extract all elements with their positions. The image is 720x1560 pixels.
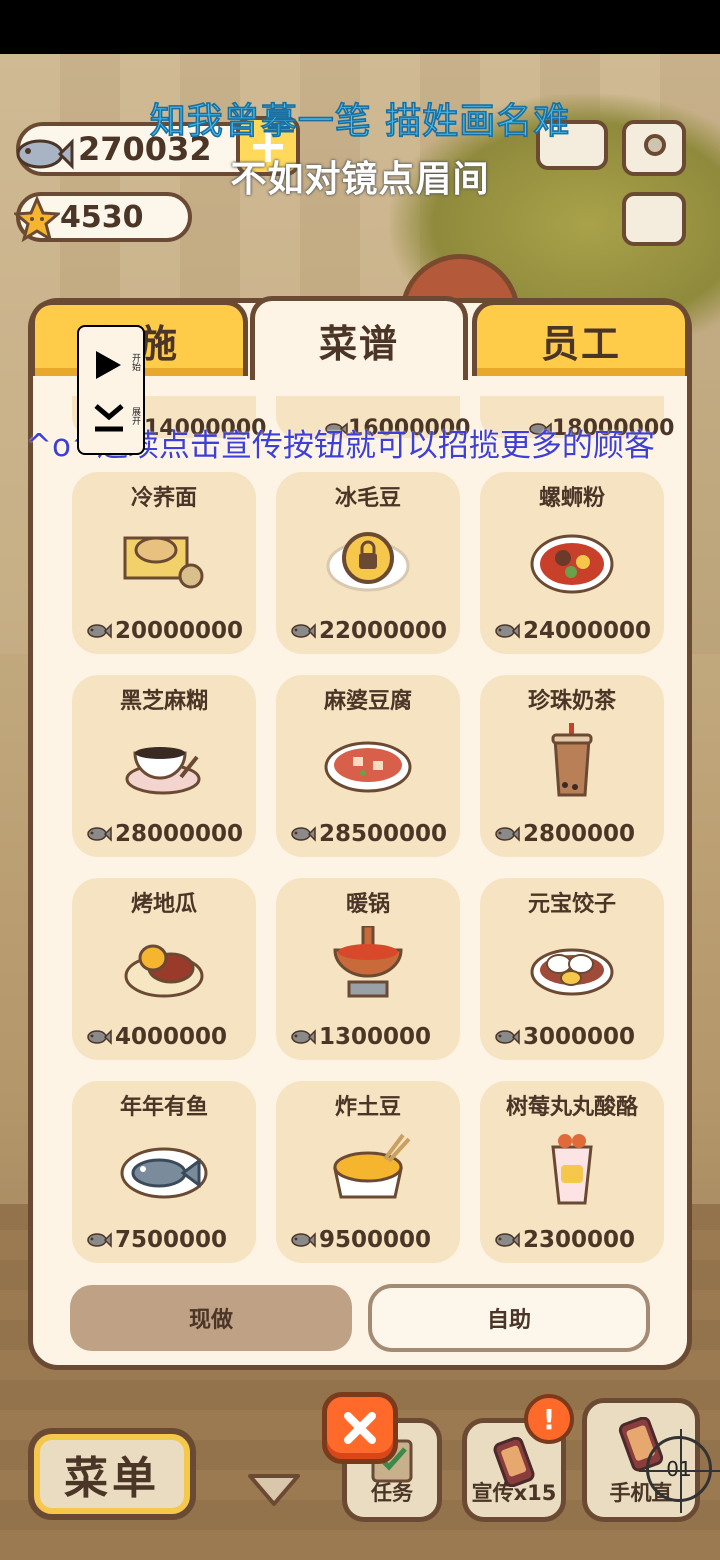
expand-icon[interactable] [93, 403, 125, 437]
recipe-price-row: 28500000 [290, 821, 447, 847]
status-bar [0, 0, 720, 54]
raspberry-yogurt-icon [527, 1129, 617, 1205]
crosshair-label: 01 [666, 1457, 692, 1481]
fish-icon [495, 826, 520, 842]
recipe-card[interactable]: 螺蛳粉 24000000 [480, 472, 664, 654]
recipe-name: 暖锅 [345, 892, 390, 917]
recipe-price-row: 24000000 [494, 618, 651, 644]
fish-icon [495, 1232, 520, 1248]
bubble-tea-icon [527, 723, 617, 799]
fish-icon [87, 1232, 112, 1248]
recipe-name: 珍珠奶茶 [527, 689, 616, 714]
recipe-price: 2800000 [523, 821, 636, 847]
phone-icon [493, 1437, 535, 1487]
recipe-card[interactable]: 烤地瓜 4000000 [72, 878, 256, 1060]
star-icon [14, 196, 60, 242]
fish-icon [495, 1029, 520, 1045]
recipe-price-row: 20000000 [86, 618, 243, 644]
tab-staff[interactable]: 员工 [472, 300, 690, 376]
locked-padlock-icon [323, 520, 413, 596]
close-icon [344, 1412, 376, 1444]
recipe-name: 炸土豆 [334, 1095, 401, 1120]
recipe-price: 4000000 [115, 1024, 228, 1050]
recipe-card[interactable]: 冷荞面 20000000 [72, 472, 256, 654]
cold-noodles-icon [119, 520, 209, 596]
hot-pot-icon [323, 924, 413, 1002]
fried-potato-icon [323, 1129, 413, 1205]
recipe-price: 22000000 [319, 618, 448, 644]
recipe-price-row: 2300000 [494, 1227, 635, 1253]
fish-icon [291, 826, 316, 842]
recipe-price-row: 28000000 [86, 821, 243, 847]
recipe-price: 28000000 [115, 821, 244, 847]
alert-badge: ! [524, 1394, 574, 1444]
recipe-name: 年年有鱼 [119, 1095, 208, 1120]
sesame-paste-icon [119, 723, 209, 799]
recipe-price: 28500000 [319, 821, 448, 847]
recipe-name: 冷荞面 [130, 486, 197, 511]
sweet-potato-icon [119, 926, 209, 1002]
recipe-name: 元宝饺子 [527, 892, 616, 917]
recipe-price: 24000000 [523, 618, 652, 644]
self-service-button[interactable]: 自助 [368, 1284, 650, 1352]
snail-noodles-icon [527, 520, 617, 596]
recipe-price-row: 9500000 [290, 1227, 431, 1253]
recipe-card[interactable]: 树莓丸丸酸酪 2300000 [480, 1081, 664, 1263]
mapo-tofu-icon [323, 723, 413, 799]
recipe-price: 20000000 [115, 618, 244, 644]
recipe-price-row: 3000000 [494, 1024, 635, 1050]
close-button[interactable] [322, 1392, 398, 1464]
recipe-card[interactable]: 黑芝麻糊 28000000 [72, 675, 256, 857]
recipe-card[interactable]: 暖锅 1300000 [276, 878, 460, 1060]
recipe-card[interactable]: 年年有鱼 7500000 [72, 1081, 256, 1263]
fish-icon [87, 623, 112, 639]
recipe-card[interactable]: 元宝饺子 3000000 [480, 878, 664, 1060]
tab-recipes[interactable]: 菜谱 [250, 296, 468, 380]
menu-button[interactable]: 菜单 [28, 1428, 196, 1520]
recipe-price-row: 4000000 [86, 1024, 227, 1050]
lyric-line-2: 不如对镜点眉间 [230, 159, 490, 200]
recipe-price-row: 2800000 [494, 821, 635, 847]
recipe-price-row: 7500000 [86, 1227, 227, 1253]
fish-icon [291, 623, 316, 639]
play-icon[interactable] [93, 349, 123, 381]
recipe-card[interactable]: 珍珠奶茶 2800000 [480, 675, 664, 857]
lyric-line-1: 知我曾摹一笔 描姓画名难 [149, 101, 571, 143]
recipe-name: 螺蛳粉 [538, 486, 605, 511]
recipe-price-row: 1300000 [290, 1024, 431, 1050]
fish-dish-icon [119, 1129, 209, 1205]
fish-icon [495, 623, 520, 639]
recipe-name: 树莓丸丸酸酪 [505, 1095, 638, 1120]
recipe-price: 2300000 [523, 1227, 636, 1253]
fish-icon [291, 1029, 316, 1045]
recipe-card[interactable]: 冰毛豆 22000000 [276, 472, 460, 654]
fish-icon [87, 1029, 112, 1045]
recipe-price: 9500000 [319, 1227, 432, 1253]
recipe-card[interactable]: 麻婆豆腐 28500000 [276, 675, 460, 857]
recipe-name: 冰毛豆 [334, 486, 401, 511]
recipe-name: 黑芝麻糊 [119, 689, 208, 714]
recipe-price: 1300000 [319, 1024, 432, 1050]
recipe-price: 7500000 [115, 1227, 228, 1253]
chevron-down-icon[interactable] [246, 1470, 302, 1510]
recipe-name: 烤地瓜 [130, 892, 197, 917]
expand-label: 展开 [130, 407, 140, 425]
floating-player-widget[interactable]: 开始 展开 [77, 325, 145, 455]
recipe-card[interactable]: 炸土豆 9500000 [276, 1081, 460, 1263]
recipe-price-row: 22000000 [290, 618, 447, 644]
star-amount: 4530 [60, 199, 144, 235]
crosshair-icon[interactable]: 01 [639, 1429, 720, 1513]
dumplings-icon [527, 926, 617, 1002]
fish-icon [291, 1232, 316, 1248]
make-now-button[interactable]: 现做 [70, 1285, 352, 1351]
play-label: 开始 [130, 353, 140, 371]
recipe-name: 麻婆豆腐 [323, 689, 412, 714]
recipe-price: 3000000 [523, 1024, 636, 1050]
fish-icon [87, 826, 112, 842]
